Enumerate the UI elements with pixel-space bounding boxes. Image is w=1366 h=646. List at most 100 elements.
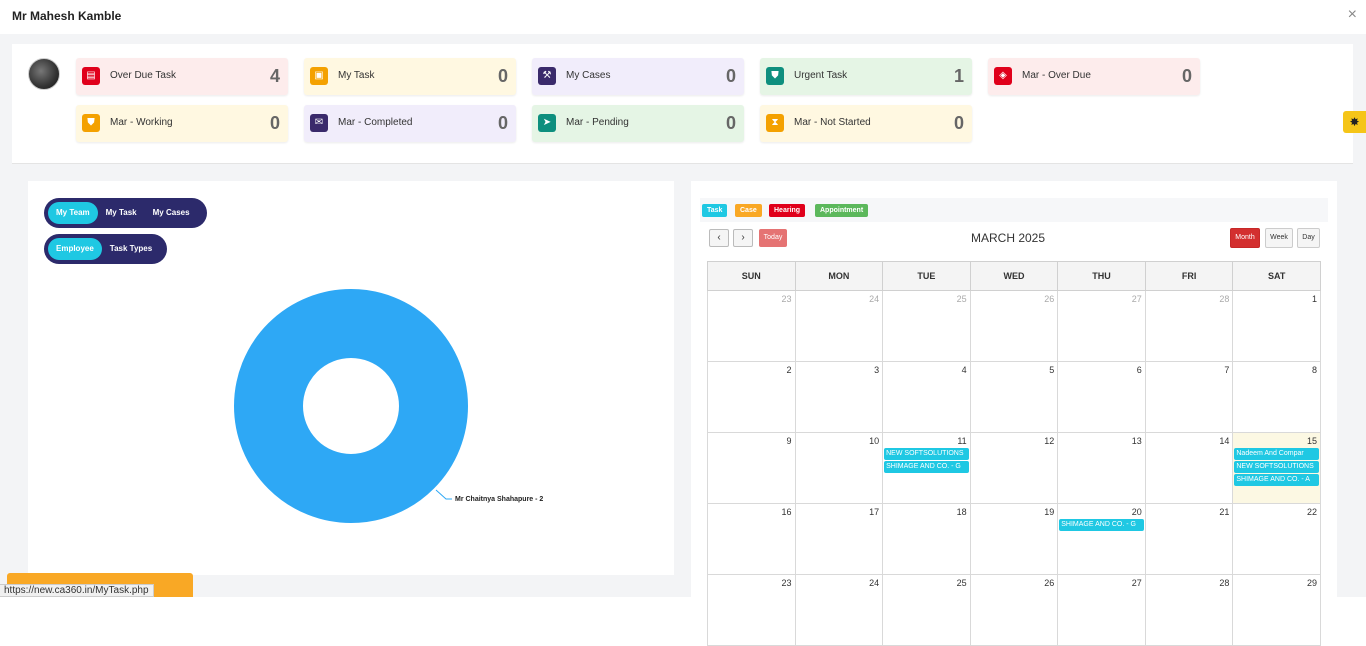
stat-card[interactable]: ◈ Mar - Over Due 0 <box>988 58 1200 95</box>
calendar-day[interactable]: 25 <box>882 290 971 362</box>
calendar-day[interactable]: 25 <box>882 574 971 646</box>
filter-pill[interactable]: Task Types <box>102 238 160 260</box>
gear-icon[interactable]: ✸ <box>1343 111 1366 133</box>
day-number: 29 <box>1306 578 1317 588</box>
day-number: 5 <box>1049 365 1055 375</box>
calendar-day[interactable]: 4 <box>882 361 971 433</box>
day-number: 19 <box>1044 507 1055 517</box>
stat-card[interactable]: ⚒ My Cases 0 <box>532 58 744 95</box>
stat-value: 0 <box>725 113 736 133</box>
calendar-day[interactable]: 28 <box>1144 290 1234 362</box>
calendar-day[interactable]: 14 <box>1144 432 1234 504</box>
calendar-event[interactable]: NEW SOFTSOLUTIONS <box>1234 461 1319 473</box>
filter-pill[interactable]: My Team <box>48 202 98 224</box>
calendar-event[interactable]: NEW SOFTSOLUTIONS <box>884 448 969 460</box>
task-icon: ▤ <box>82 67 100 85</box>
calendar-day[interactable]: 17 <box>794 503 884 575</box>
filter-pill[interactable]: My Task <box>98 202 145 224</box>
stat-card[interactable]: ⛊ Mar - Working 0 <box>76 105 288 142</box>
calendar-day[interactable]: 27 <box>1057 290 1146 362</box>
prev-month-button[interactable]: ‹ <box>709 229 729 247</box>
calendar-day[interactable]: 24 <box>794 574 884 646</box>
stat-card[interactable]: ▣ My Task 0 <box>304 58 516 95</box>
calendar-day[interactable]: 26 <box>969 574 1059 646</box>
slice-leader-line <box>435 489 452 500</box>
stat-card[interactable]: ➤ Mar - Pending 0 <box>532 105 744 142</box>
calendar-day[interactable]: 29 <box>1232 574 1321 646</box>
stat-value: 0 <box>725 66 736 86</box>
calendar-event[interactable]: SHIMAGE AND CO. - G <box>884 461 969 473</box>
weekday-header: SUN <box>707 261 796 291</box>
calendar-day[interactable]: 16 <box>707 503 796 575</box>
stat-card[interactable]: ⛊ Urgent Task 1 <box>760 58 972 95</box>
modal-title: Mr Mahesh Kamble <box>12 9 122 23</box>
calendar-day[interactable]: 23 <box>707 290 796 362</box>
calendar-day[interactable]: 15 Nadeem And Compar NEW SOFTSOLUTIONS SHIM… <box>1232 432 1321 504</box>
stat-value: 0 <box>1181 66 1192 86</box>
calendar-day[interactable]: 9 <box>707 432 796 504</box>
calendar-day[interactable]: 7 <box>1144 361 1234 433</box>
calendar-day[interactable]: 6 <box>1057 361 1146 433</box>
close-icon[interactable]: × <box>1348 6 1357 24</box>
calendar-day[interactable]: 27 <box>1057 574 1146 646</box>
stat-card[interactable]: ✉ Mar - Completed 0 <box>304 105 516 142</box>
hourglass-icon: ⧗ <box>766 114 784 132</box>
day-number: 26 <box>1044 294 1055 304</box>
calendar-day[interactable]: 1 <box>1232 290 1321 362</box>
calendar-grid: SUN MON TUE WED THU FRI SAT 23 24 25 26 27 28 1 2 3 4 5 6… <box>707 261 1321 646</box>
day-number: 3 <box>874 365 880 375</box>
calendar-day[interactable]: 10 <box>794 432 884 504</box>
slice-label: Mr Chaitnya Shahapure - 2 <box>455 496 544 503</box>
stat-card[interactable]: ⧗ Mar - Not Started 0 <box>760 105 972 142</box>
filter-pill[interactable]: My Cases <box>145 202 198 224</box>
stat-label: My Cases <box>566 70 611 81</box>
calendar-day[interactable]: 24 <box>794 290 884 362</box>
gavel-icon: ⚒ <box>538 67 556 85</box>
day-number: 23 <box>781 294 792 304</box>
day-number: 9 <box>786 436 792 446</box>
calendar-event[interactable]: Nadeem And Compar <box>1234 448 1319 460</box>
calendar-day[interactable]: 19 <box>969 503 1059 575</box>
calendar-week: 23 24 25 26 27 28 1 <box>707 290 1321 362</box>
shield-icon: ⛊ <box>82 114 100 132</box>
calendar-day[interactable]: 11 NEW SOFTSOLUTIONS SHIMAGE AND CO. - G <box>882 432 971 504</box>
calendar-day[interactable]: 8 <box>1232 361 1321 433</box>
calendar-day[interactable]: 20 SHIMAGE AND CO. - G <box>1057 503 1146 575</box>
calendar-day[interactable]: 12 <box>969 432 1059 504</box>
day-number: 20 <box>1131 507 1142 517</box>
status-url: https://new.ca360.in/MyTask.php <box>0 584 154 597</box>
donut-slice[interactable] <box>234 289 468 523</box>
day-number: 1 <box>1311 294 1317 304</box>
calendar-day[interactable]: 2 <box>707 361 796 433</box>
calendar-day[interactable]: 23 <box>707 574 796 646</box>
day-number: 15 <box>1306 436 1317 446</box>
calendar-day[interactable]: 5 <box>969 361 1059 433</box>
calendar-event[interactable]: SHIMAGE AND CO. - G <box>1059 519 1144 531</box>
today-button[interactable]: Today <box>759 229 787 247</box>
calendar-day[interactable]: 13 <box>1057 432 1146 504</box>
filter-pill[interactable]: Employee <box>48 238 102 260</box>
calendar-day[interactable]: 3 <box>794 361 884 433</box>
view-day-button[interactable]: Day <box>1297 228 1320 248</box>
calendar-event[interactable]: SHIMAGE AND CO. - A <box>1234 474 1319 486</box>
stat-value: 1 <box>953 66 964 86</box>
diamond-icon: ◈ <box>994 67 1012 85</box>
stat-value: 0 <box>497 66 508 86</box>
stat-value: 0 <box>953 113 964 133</box>
next-month-button[interactable]: › <box>733 229 753 247</box>
calendar-day[interactable]: 18 <box>882 503 971 575</box>
calendar-day[interactable]: 21 <box>1144 503 1234 575</box>
calendar-day[interactable]: 26 <box>969 290 1059 362</box>
stat-card[interactable]: ▤ Over Due Task 4 <box>76 58 288 95</box>
weekday-header: THU <box>1057 261 1146 291</box>
calendar-day[interactable]: 22 <box>1232 503 1321 575</box>
day-number: 14 <box>1219 436 1230 446</box>
day-number: 16 <box>781 507 792 517</box>
stat-label: Mar - Not Started <box>794 117 871 128</box>
day-number: 27 <box>1131 578 1142 588</box>
view-month-button[interactable]: Month <box>1230 228 1260 248</box>
day-number: 22 <box>1306 507 1317 517</box>
view-week-button[interactable]: Week <box>1265 228 1293 248</box>
day-number: 24 <box>869 294 880 304</box>
calendar-day[interactable]: 28 <box>1144 574 1234 646</box>
